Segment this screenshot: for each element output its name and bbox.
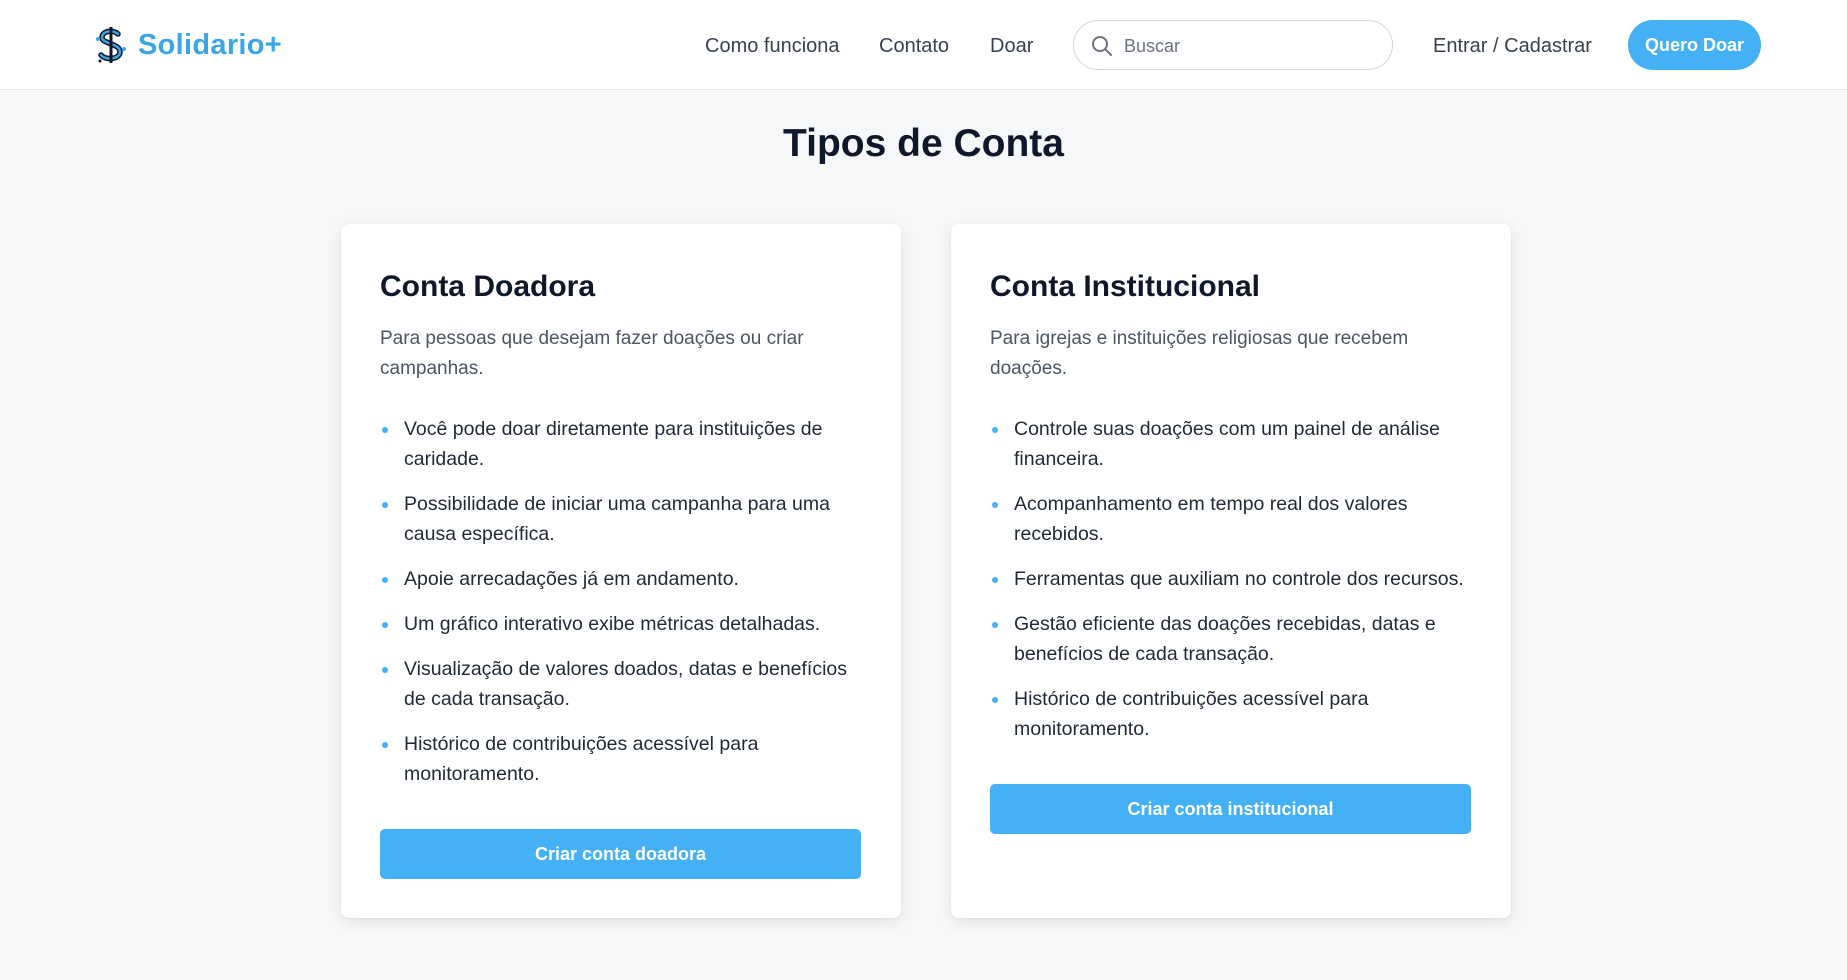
nav-link-contato[interactable]: Contato	[879, 34, 949, 58]
list-item: Um gráfico interativo exibe métricas det…	[380, 609, 870, 639]
card-title: Conta Institucional	[990, 270, 1260, 303]
create-institutional-account-button[interactable]: Criar conta institucional	[990, 784, 1471, 834]
brand-logo[interactable]: Solidario+	[94, 25, 282, 65]
list-item: Possibilidade de iniciar uma campanha pa…	[380, 489, 870, 549]
donate-button[interactable]: Quero Doar	[1628, 20, 1761, 70]
feature-list: Você pode doar diretamente para institui…	[380, 414, 870, 804]
list-item: Você pode doar diretamente para institui…	[380, 414, 870, 474]
brand-name: Solidario+	[138, 28, 283, 61]
search-icon[interactable]	[1090, 34, 1114, 58]
dollar-sign-logo-icon	[96, 27, 126, 63]
list-item: Apoie arrecadações já em andamento.	[380, 564, 870, 594]
list-item: Gestão eficiente das doações recebidas, …	[990, 609, 1480, 669]
card-description: Para pessoas que desejam fazer doações o…	[380, 328, 804, 379]
card-description: Para igrejas e instituições religiosas q…	[990, 328, 1409, 379]
search-input[interactable]	[1124, 33, 1374, 59]
donor-account-card: Conta Doadora Para pessoas que desejam f…	[341, 224, 901, 918]
search-box	[1073, 20, 1393, 70]
list-item: Controle suas doações com um painel de a…	[990, 414, 1480, 474]
list-item: Ferramentas que auxiliam no controle dos…	[990, 564, 1480, 594]
institutional-account-card: Conta Institucional Para igrejas e insti…	[951, 224, 1511, 918]
card-title: Conta Doadora	[380, 270, 596, 303]
list-item: Histórico de contribuições acessível par…	[990, 684, 1480, 744]
top-navbar: Solidario+ Como funciona Contato Doar En…	[0, 0, 1847, 90]
page-title: Tipos de Conta	[783, 122, 1064, 165]
nav-link-como-funciona[interactable]: Como funciona	[705, 34, 840, 58]
list-item: Visualização de valores doados, datas e …	[380, 654, 870, 714]
list-item: Acompanhamento em tempo real dos valores…	[990, 489, 1480, 549]
nav-link-doar[interactable]: Doar	[990, 34, 1033, 58]
list-item: Histórico de contribuições acessível par…	[380, 729, 870, 789]
feature-list: Controle suas doações com um painel de a…	[990, 414, 1480, 759]
create-donor-account-button[interactable]: Criar conta doadora	[380, 829, 861, 879]
login-register-link[interactable]: Entrar / Cadastrar	[1433, 34, 1592, 58]
